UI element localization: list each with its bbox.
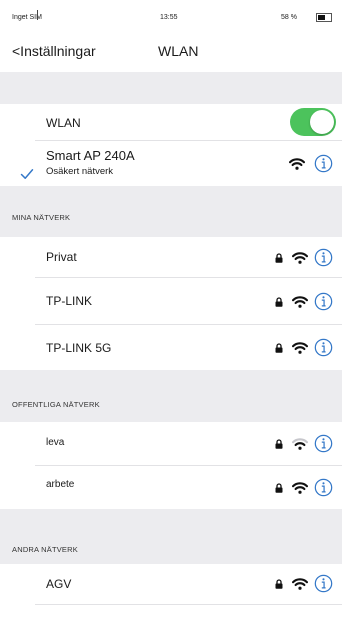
network-row-agv[interactable]: AGV bbox=[0, 564, 342, 604]
back-button[interactable]: <Inställningar bbox=[12, 43, 96, 59]
network-row-leva[interactable]: leva bbox=[0, 422, 342, 465]
network-name: TP-LINK bbox=[46, 294, 93, 308]
battery-icon bbox=[316, 13, 332, 22]
section-label: ANDRA NÄTVERK bbox=[12, 545, 78, 554]
wifi-icon bbox=[289, 158, 305, 170]
clock: 13:55 bbox=[160, 14, 178, 21]
group-spacer bbox=[0, 72, 342, 104]
lock-icon bbox=[275, 439, 283, 449]
wifi-icon bbox=[292, 296, 308, 308]
network-name: Privat bbox=[46, 250, 77, 264]
wifi-icon bbox=[292, 578, 308, 590]
status-bar: Inget SIM 13:55 58 % bbox=[0, 0, 342, 30]
network-name: AGV bbox=[46, 577, 72, 591]
network-row-tp-link-5g[interactable]: TP-LINK 5G bbox=[0, 325, 342, 370]
lock-icon bbox=[275, 253, 283, 263]
battery-percent: 58 % bbox=[281, 14, 297, 21]
info-icon[interactable] bbox=[314, 478, 333, 497]
info-icon[interactable] bbox=[314, 248, 333, 267]
wifi-icon bbox=[292, 482, 308, 494]
wifi-icon bbox=[292, 252, 308, 264]
wifi-icon bbox=[292, 342, 308, 354]
battery-level-fill bbox=[318, 15, 325, 20]
info-icon[interactable] bbox=[314, 292, 333, 311]
network-row-privat[interactable]: Privat bbox=[0, 237, 342, 277]
section-header-public-networks: OFFENTLIGA NÄTVERK bbox=[0, 370, 342, 422]
signal-bar-icon bbox=[37, 10, 38, 20]
navigation-bar: <Inställningar WLAN bbox=[0, 30, 342, 70]
divider bbox=[35, 604, 342, 605]
lock-icon bbox=[275, 483, 283, 493]
info-icon[interactable] bbox=[314, 434, 333, 453]
section-label: OFFENTLIGA NÄTVERK bbox=[12, 400, 100, 409]
network-row-arbete[interactable]: arbete bbox=[0, 466, 342, 509]
section-header-other-networks: ANDRA NÄTVERK bbox=[0, 509, 342, 564]
lock-icon bbox=[275, 579, 283, 589]
current-network-status: Osäkert nätverk bbox=[46, 166, 114, 177]
current-network-name: Smart AP 240A bbox=[46, 148, 135, 163]
wlan-toggle-label: WLAN bbox=[46, 116, 81, 130]
toggle-knob bbox=[310, 110, 334, 134]
network-name: arbete bbox=[46, 479, 75, 490]
lock-icon bbox=[275, 343, 283, 353]
network-name: leva bbox=[46, 437, 65, 448]
wifi-weak-icon bbox=[292, 438, 308, 450]
network-row-tp-link[interactable]: TP-LINK bbox=[0, 278, 342, 324]
page-title: WLAN bbox=[158, 43, 199, 59]
section-label: MINA NÄTVERK bbox=[12, 213, 71, 222]
info-icon[interactable] bbox=[314, 338, 333, 357]
info-icon[interactable] bbox=[314, 574, 333, 593]
lock-icon bbox=[275, 297, 283, 307]
wlan-toggle-switch[interactable] bbox=[290, 108, 336, 136]
info-icon[interactable] bbox=[314, 154, 333, 173]
section-header-my-networks: MINA NÄTVERK bbox=[0, 186, 342, 237]
network-name: TP-LINK 5G bbox=[46, 341, 112, 355]
wlan-toggle-row: WLAN bbox=[0, 104, 342, 140]
check-icon bbox=[20, 168, 34, 180]
